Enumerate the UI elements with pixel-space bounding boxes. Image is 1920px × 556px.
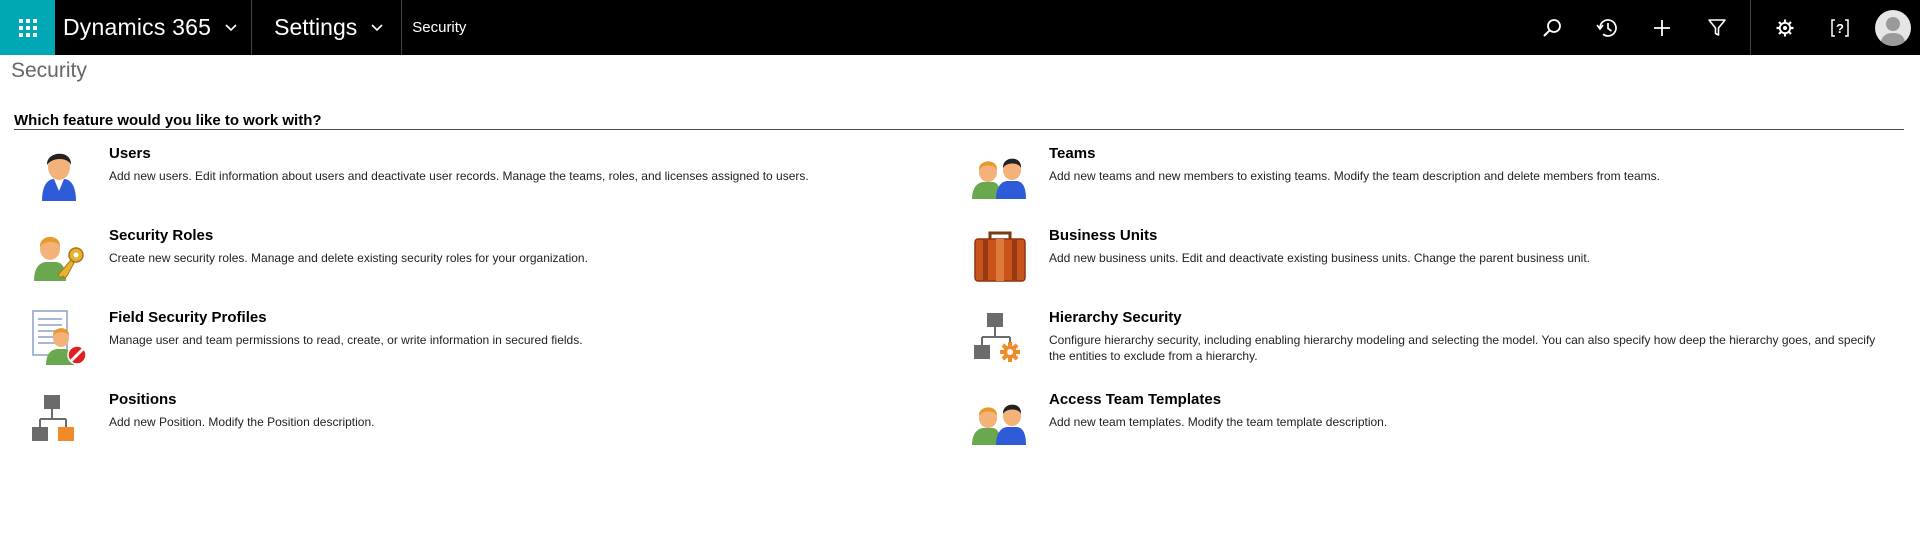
user-avatar-icon: [1880, 16, 1906, 46]
positions-icon: [32, 395, 74, 441]
chevron-down-icon: [225, 23, 237, 31]
svg-text:?: ?: [1836, 21, 1844, 36]
teams-icon: [972, 158, 1026, 199]
feature-teams[interactable]: Teams Add new teams and new members to e…: [970, 143, 1890, 203]
feature-title: Users: [109, 145, 151, 162]
help-icon: ?: [1830, 18, 1849, 37]
page-title: Security: [11, 59, 87, 82]
user-avatar-button[interactable]: [1875, 9, 1911, 46]
section-divider: [14, 129, 1904, 130]
app-name: Dynamics 365: [63, 14, 212, 40]
chevron-down-icon: [371, 23, 383, 31]
header-actions: ?: [1524, 0, 1920, 55]
business-units-icon: [974, 231, 1026, 282]
help-button[interactable]: ?: [1812, 0, 1867, 55]
app-launcher-icon: [18, 18, 37, 37]
field-security-icon: [32, 310, 87, 365]
feature-users[interactable]: Users Add new users. Edit information ab…: [30, 143, 930, 203]
app-launcher-button[interactable]: [0, 0, 55, 55]
recent-button[interactable]: [1579, 0, 1634, 55]
feature-title: Security Roles: [109, 227, 214, 244]
search-button[interactable]: [1524, 0, 1579, 55]
users-icon: [42, 153, 76, 201]
feature-hierarchy-security[interactable]: Hierarchy Security Configure hierarchy s…: [970, 307, 1890, 367]
header-divider: [1750, 0, 1751, 55]
feature-description: Add new team templates. Modify the team …: [1049, 415, 1388, 429]
add-icon: [1653, 19, 1670, 36]
section-heading: Which feature would you like to work wit…: [14, 112, 322, 129]
feature-title: Hierarchy Security: [1049, 309, 1182, 326]
settings-icon: [1776, 19, 1793, 36]
feature-description: Configure hierarchy security, including …: [1049, 333, 1876, 363]
area-name: Settings: [274, 14, 358, 40]
breadcrumb[interactable]: Security: [412, 19, 466, 36]
feature-description: Add new Position. Modify the Position de…: [109, 415, 375, 429]
feature-description: Add new teams and new members to existin…: [1049, 169, 1660, 183]
feature-title: Positions: [109, 391, 177, 408]
feature-positions[interactable]: Positions Add new Position. Modify the P…: [30, 389, 930, 449]
settings-button[interactable]: [1757, 0, 1812, 55]
feature-access-team-templates[interactable]: Access Team Templates Add new team templ…: [970, 389, 1890, 449]
search-icon: [1542, 18, 1561, 37]
quick-create-button[interactable]: [1634, 0, 1689, 55]
feature-field-security-profiles[interactable]: Field Security Profiles Manage user and …: [30, 307, 930, 367]
feature-title: Business Units: [1049, 227, 1158, 244]
top-navigation-bar: Dynamics 365 Settings Security ?: [0, 0, 1920, 55]
recent-icon: [1595, 18, 1617, 37]
app-switcher[interactable]: Dynamics 365: [55, 0, 253, 55]
security-roles-icon: [34, 236, 84, 281]
hierarchy-security-icon: [974, 313, 1020, 362]
area-switcher[interactable]: Settings: [252, 0, 403, 55]
feature-description: Add new users. Edit information about us…: [109, 169, 809, 183]
access-team-templates-icon: [972, 404, 1026, 445]
advanced-find-button[interactable]: [1689, 0, 1744, 55]
filter-icon: [1707, 18, 1726, 36]
feature-security-roles[interactable]: Security Roles Create new security roles…: [30, 225, 930, 285]
feature-title: Field Security Profiles: [109, 309, 267, 326]
feature-description: Manage user and team permissions to read…: [109, 333, 583, 347]
feature-title: Teams: [1049, 145, 1096, 162]
feature-description: Add new business units. Edit and deactiv…: [1049, 251, 1591, 265]
feature-title: Access Team Templates: [1049, 391, 1222, 408]
feature-description: Create new security roles. Manage and de…: [109, 251, 588, 265]
feature-business-units[interactable]: Business Units Add new business units. E…: [970, 225, 1890, 285]
